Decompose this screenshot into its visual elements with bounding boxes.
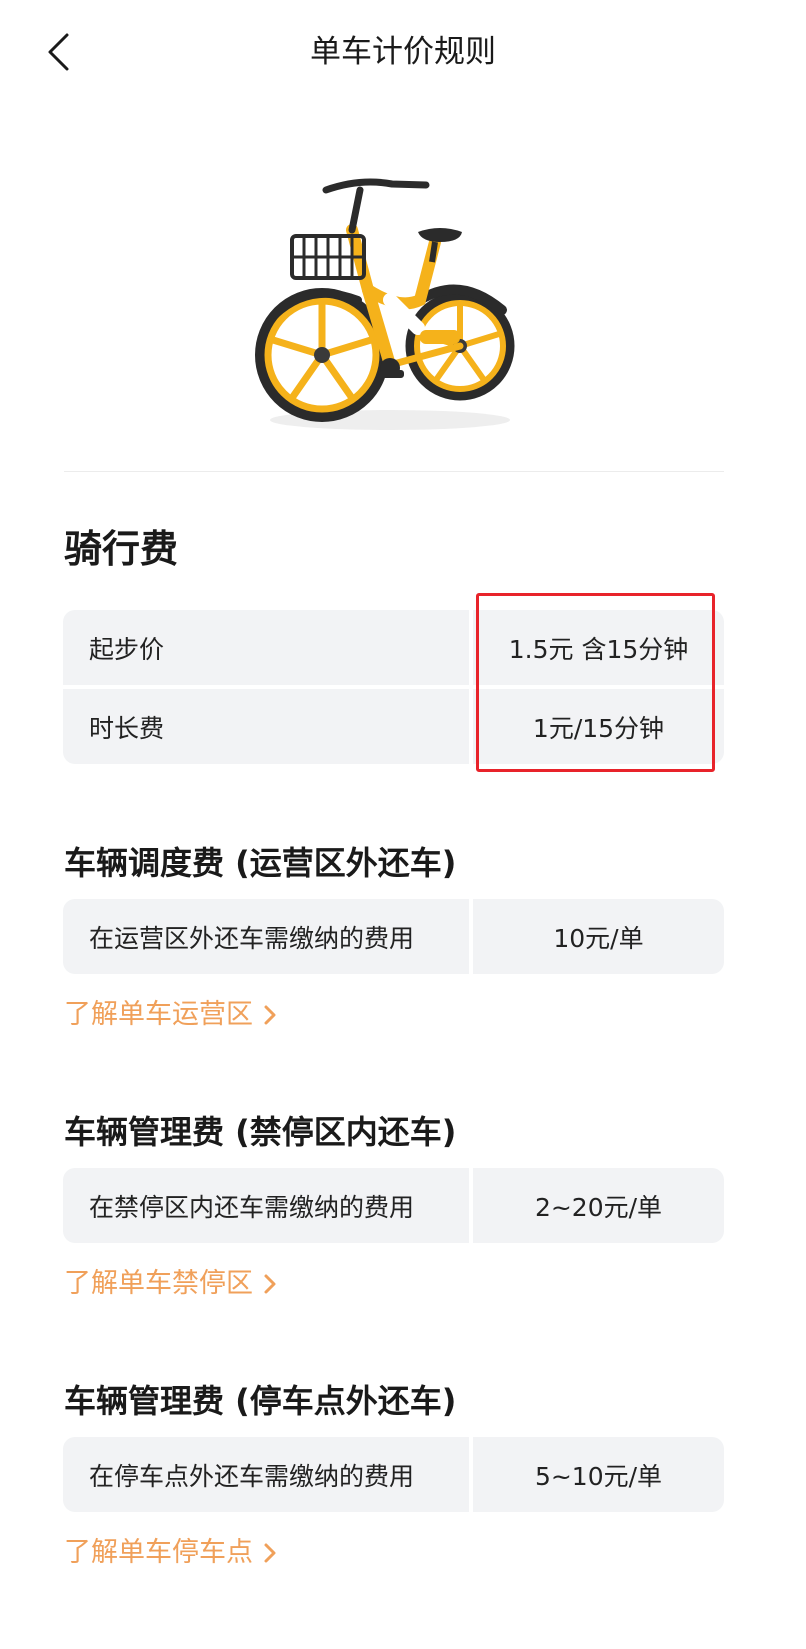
dispatch-fee-table: 在运营区外还车需缴纳的费用 10元/单 xyxy=(63,899,724,974)
riding-fee-title-text: 骑行费 xyxy=(61,523,183,575)
riding-fee-title: 骑行费 xyxy=(61,523,183,575)
parking-point-fee-title: 车辆管理费 (停车点外还车) xyxy=(64,1382,457,1420)
bike-image xyxy=(240,150,570,450)
no-parking-fee-value: 2~20元/单 xyxy=(473,1168,724,1243)
starting-price-label: 起步价 xyxy=(63,610,469,685)
divider xyxy=(64,471,724,472)
no-parking-fee-table: 在禁停区内还车需缴纳的费用 2~20元/单 xyxy=(63,1168,724,1243)
parking-point-fee-value: 5~10元/单 xyxy=(473,1437,724,1512)
table-row: 在运营区外还车需缴纳的费用 10元/单 xyxy=(63,899,724,974)
table-row: 起步价 1.5元 含15分钟 xyxy=(63,610,724,685)
chevron-right-icon xyxy=(264,1005,276,1025)
no-parking-zone-link-label: 了解单车禁停区 xyxy=(64,1268,253,1299)
operating-area-link-label: 了解单车运营区 xyxy=(64,999,253,1030)
chevron-right-icon xyxy=(264,1274,276,1294)
duration-fee-label: 时长费 xyxy=(63,689,469,764)
duration-fee-value: 1元/15分钟 xyxy=(473,689,724,764)
parking-point-fee-label: 在停车点外还车需缴纳的费用 xyxy=(63,1437,469,1512)
header: 单车计价规则 xyxy=(0,0,806,100)
no-parking-fee-label: 在禁停区内还车需缴纳的费用 xyxy=(63,1168,469,1243)
riding-fee-table: 起步价 1.5元 含15分钟 时长费 1元/15分钟 xyxy=(63,610,724,764)
table-row: 在停车点外还车需缴纳的费用 5~10元/单 xyxy=(63,1437,724,1512)
parking-point-fee-table: 在停车点外还车需缴纳的费用 5~10元/单 xyxy=(63,1437,724,1512)
chevron-right-icon xyxy=(264,1543,276,1563)
starting-price-value: 1.5元 含15分钟 xyxy=(473,610,724,685)
parking-point-link[interactable]: 了解单车停车点 xyxy=(64,1533,277,1573)
no-parking-fee-title: 车辆管理费 (禁停区内还车) xyxy=(64,1113,457,1151)
no-parking-zone-link[interactable]: 了解单车禁停区 xyxy=(64,1264,277,1304)
table-row: 在禁停区内还车需缴纳的费用 2~20元/单 xyxy=(63,1168,724,1243)
table-row: 时长费 1元/15分钟 xyxy=(63,689,724,764)
operating-area-link[interactable]: 了解单车运营区 xyxy=(64,995,277,1035)
dispatch-fee-value: 10元/单 xyxy=(473,899,724,974)
dispatch-fee-title: 车辆调度费 (运营区外还车) xyxy=(64,844,457,882)
dispatch-fee-label: 在运营区外还车需缴纳的费用 xyxy=(63,899,469,974)
parking-point-link-label: 了解单车停车点 xyxy=(64,1537,253,1568)
page-title: 单车计价规则 xyxy=(310,34,496,70)
